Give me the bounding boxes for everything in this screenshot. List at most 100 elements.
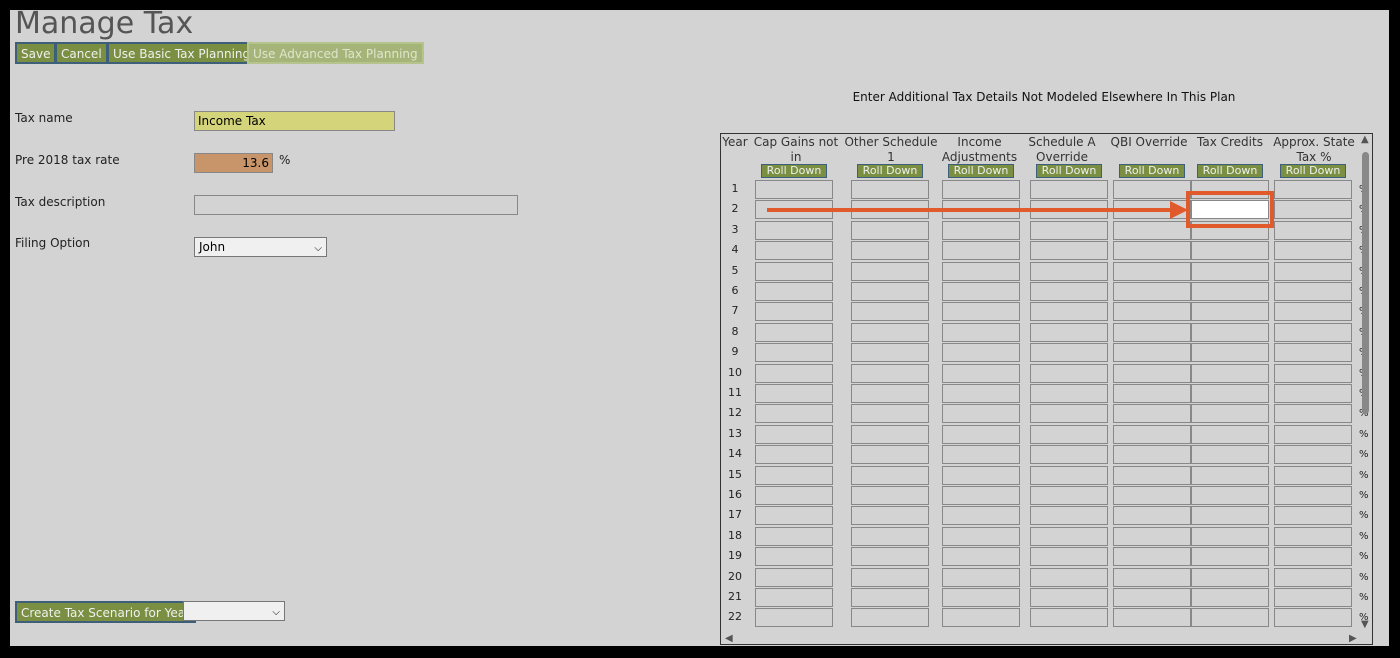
grid-cell-input[interactable] (1274, 363, 1352, 383)
grid-cell-input[interactable] (942, 282, 1020, 301)
grid-cell-input[interactable] (1191, 445, 1269, 465)
grid-cell-input[interactable] (1274, 282, 1352, 301)
grid-cell-input[interactable] (1113, 282, 1191, 301)
grid-cell-input[interactable] (755, 363, 833, 383)
grid-cell-input[interactable] (1030, 547, 1108, 567)
grid-cell-input[interactable] (1274, 180, 1352, 199)
roll-down-button[interactable]: Roll Down (948, 164, 1014, 178)
grid-cell-input[interactable] (1113, 588, 1191, 607)
grid-cell-input[interactable] (1113, 465, 1191, 485)
grid-cell-input[interactable] (755, 180, 833, 199)
grid-cell-input[interactable] (1030, 384, 1108, 403)
grid-cell-input[interactable] (1274, 200, 1352, 220)
grid-cell-input[interactable] (1274, 506, 1352, 526)
grid-cell-input[interactable] (755, 200, 833, 220)
grid-cell-input[interactable] (1191, 241, 1269, 261)
grid-cell-input[interactable] (755, 343, 833, 363)
grid-cell-input[interactable] (1030, 506, 1108, 526)
grid-cell-input[interactable] (1274, 404, 1352, 424)
grid-cell-input[interactable] (1113, 302, 1191, 322)
grid-cell-input[interactable] (942, 322, 1020, 342)
grid-cell-input[interactable] (851, 424, 929, 444)
grid-cell-input[interactable] (755, 302, 833, 322)
grid-cell-input[interactable] (1191, 180, 1269, 199)
grid-cell-input[interactable] (1030, 445, 1108, 465)
grid-cell-input[interactable] (755, 322, 833, 342)
grid-cell-input[interactable] (1191, 282, 1269, 301)
grid-cell-input[interactable] (1030, 526, 1108, 546)
grid-cell-input[interactable] (1191, 302, 1269, 322)
grid-cell-input[interactable] (1113, 200, 1191, 220)
grid-cell-input[interactable] (1030, 302, 1108, 322)
grid-cell-input[interactable] (942, 180, 1020, 199)
grid-cell-input[interactable] (755, 465, 833, 485)
grid-cell-input[interactable] (1274, 465, 1352, 485)
grid-cell-input[interactable] (1274, 384, 1352, 403)
grid-cell-input[interactable] (851, 608, 929, 628)
grid-cell-input[interactable] (1030, 241, 1108, 261)
grid-cell-input[interactable] (942, 486, 1020, 505)
roll-down-button[interactable]: Roll Down (857, 164, 923, 178)
grid-cell-input[interactable] (755, 567, 833, 587)
grid-cell-input[interactable] (1191, 343, 1269, 363)
filing-option-select[interactable]: John ⌵ (194, 237, 327, 257)
grid-cell-input[interactable] (1113, 547, 1191, 567)
grid-cell-input[interactable] (1030, 424, 1108, 444)
grid-cell-input[interactable] (1030, 200, 1108, 220)
grid-cell-input[interactable] (1191, 384, 1269, 403)
grid-cell-input[interactable] (1113, 363, 1191, 383)
grid-cell-input[interactable] (942, 526, 1020, 546)
scroll-down-icon[interactable]: ▼ (1361, 619, 1369, 630)
grid-cell-input[interactable] (1030, 180, 1108, 199)
grid-cell-input[interactable] (851, 261, 929, 281)
grid-cell-input[interactable] (1191, 506, 1269, 526)
grid-cell-input[interactable] (851, 547, 929, 567)
grid-cell-input[interactable] (755, 506, 833, 526)
grid-cell-input[interactable] (755, 588, 833, 607)
grid-cell-input[interactable] (942, 241, 1020, 261)
tax-rate-input[interactable]: 13.6 (194, 153, 273, 173)
roll-down-button[interactable]: Roll Down (1280, 164, 1346, 178)
grid-cell-input[interactable] (942, 220, 1020, 240)
grid-cell-input[interactable] (1274, 608, 1352, 628)
grid-cell-input[interactable] (1030, 343, 1108, 363)
grid-cell-input[interactable] (1274, 241, 1352, 261)
grid-cell-input[interactable] (1274, 486, 1352, 505)
grid-cell-input[interactable] (1113, 261, 1191, 281)
grid-cell-input[interactable] (1274, 445, 1352, 465)
grid-cell-input[interactable] (1030, 465, 1108, 485)
grid-cell-input[interactable] (942, 547, 1020, 567)
grid-cell-input[interactable] (1191, 363, 1269, 383)
grid-cell-input[interactable] (1191, 486, 1269, 505)
grid-cell-input[interactable] (851, 445, 929, 465)
grid-cell-input[interactable] (1030, 322, 1108, 342)
grid-cell-input[interactable] (755, 445, 833, 465)
scroll-thumb[interactable] (1362, 152, 1369, 414)
grid-cell-input[interactable] (1191, 404, 1269, 424)
grid-cell-input[interactable] (851, 567, 929, 587)
grid-cell-input[interactable] (851, 322, 929, 342)
grid-cell-input[interactable] (1274, 322, 1352, 342)
grid-cell-input[interactable] (851, 363, 929, 383)
save-button[interactable]: Save (15, 42, 57, 64)
grid-cell-input[interactable] (1274, 424, 1352, 444)
grid-cell-input[interactable] (1113, 424, 1191, 444)
grid-cell-input[interactable] (755, 384, 833, 403)
grid-cell-input[interactable] (1113, 404, 1191, 424)
roll-down-button[interactable]: Roll Down (1036, 164, 1102, 178)
grid-cell-input[interactable] (942, 567, 1020, 587)
grid-cell-input[interactable] (942, 261, 1020, 281)
grid-cell-input[interactable] (1113, 445, 1191, 465)
grid-cell-input[interactable] (1030, 261, 1108, 281)
grid-cell-input[interactable] (1030, 282, 1108, 301)
grid-cell-input[interactable] (755, 220, 833, 240)
grid-cell-input[interactable] (851, 241, 929, 261)
grid-cell-input[interactable] (851, 282, 929, 301)
scroll-up-icon[interactable]: ▲ (1361, 134, 1369, 145)
tax-description-input[interactable] (194, 195, 518, 215)
vertical-scrollbar[interactable]: ▲ ▼ (1358, 134, 1372, 644)
grid-cell-input[interactable] (1191, 424, 1269, 444)
scenario-year-select[interactable]: ⌵ (183, 601, 285, 621)
grid-cell-input[interactable] (851, 404, 929, 424)
grid-cell-input[interactable] (1191, 220, 1269, 240)
